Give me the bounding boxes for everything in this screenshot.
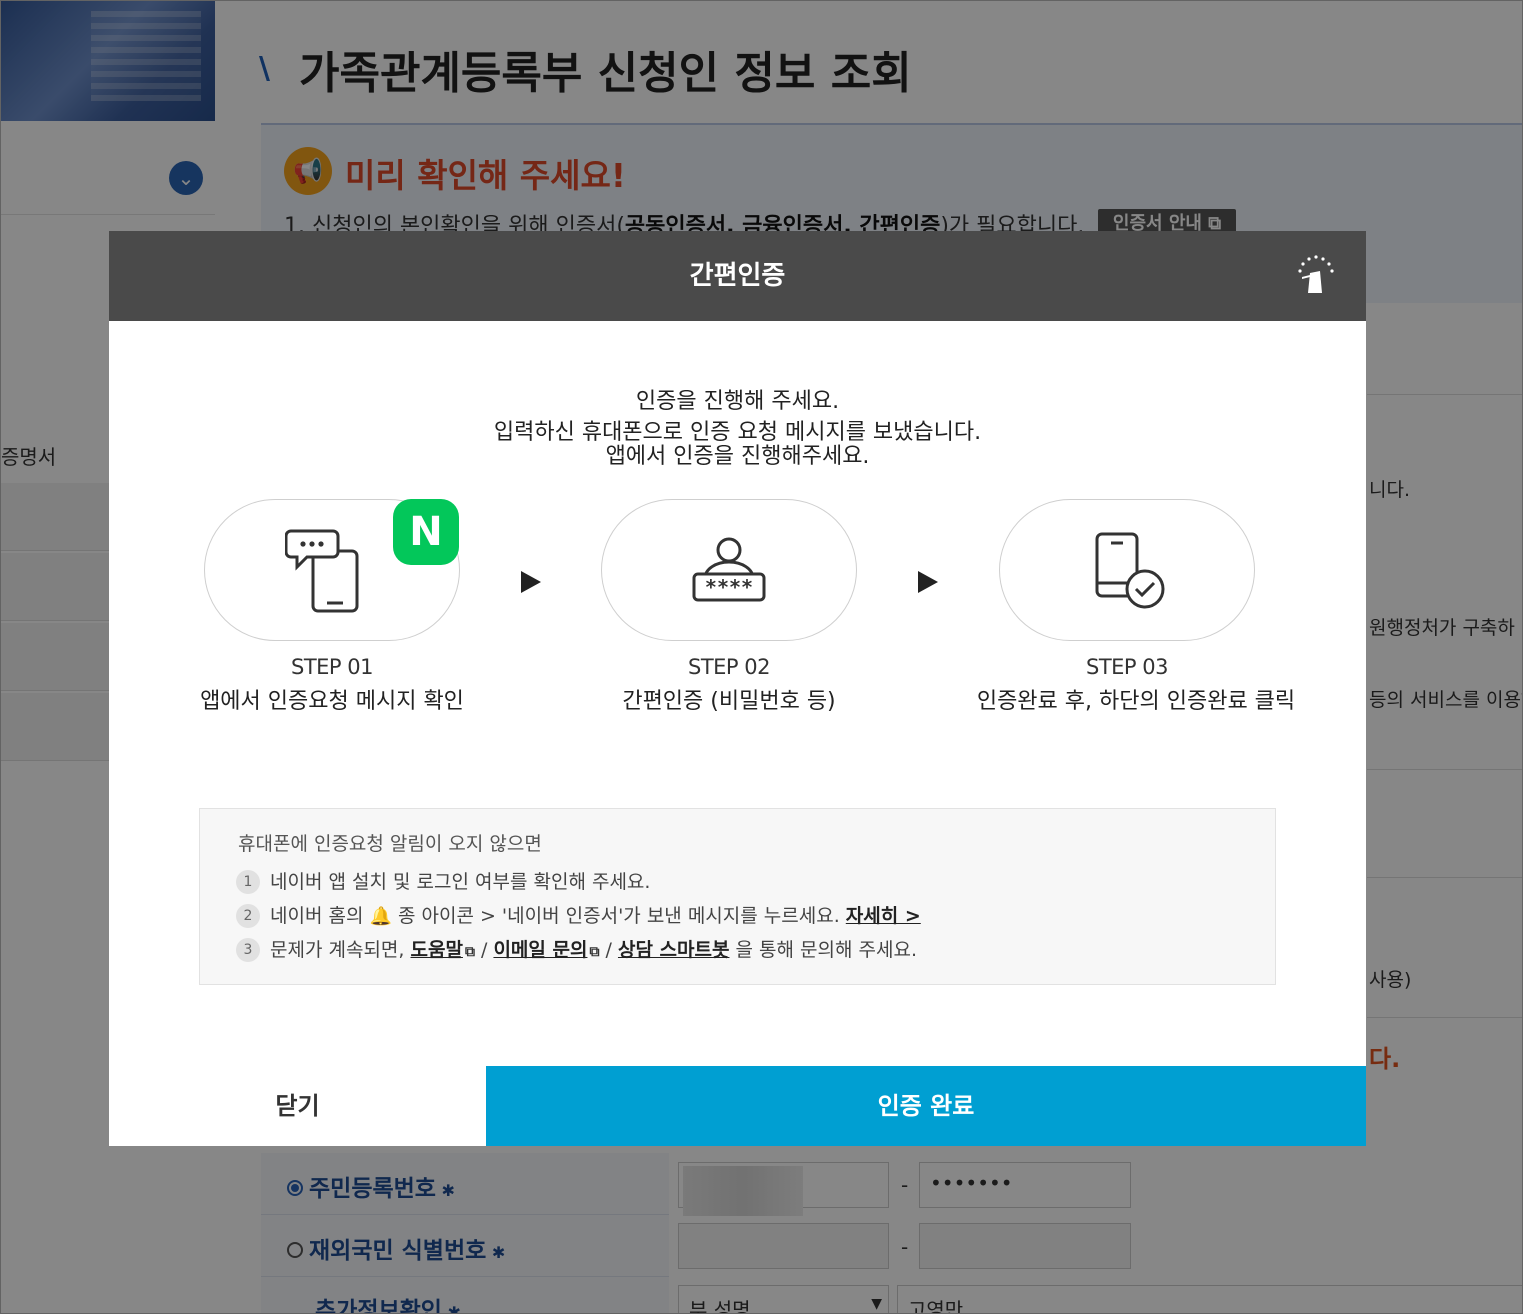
modal-header: 간편인증 (109, 231, 1366, 321)
auth-message-line: 앱에서 인증을 진행해주세요. (605, 444, 870, 469)
separator: / (605, 939, 612, 961)
step-3-description: 인증완료 후, 하단의 인증완료 클릭 (976, 689, 1296, 714)
auth-message-line: 입력하신 휴대폰으로 인증 요청 메시지를 보냈습니다. (493, 420, 982, 445)
email-inquiry-link[interactable]: 이메일 문의 (493, 939, 587, 961)
auth-message-title: 인증을 진행해 주세요. (635, 389, 840, 414)
help-link[interactable]: 도움말 (411, 939, 463, 961)
simple-auth-modal: 간편인증 인증을 진행해 주세요. 입력하신 휴대폰으로 인증 요청 메시지를 … (109, 231, 1366, 1146)
step-2-description: 간편인증 (비밀번호 등) (622, 689, 836, 714)
help-item-text: 종 아이콘 > '네이버 인증서'가 보낸 메시지를 누르세요. (397, 905, 840, 927)
naver-app-icon: N (393, 499, 459, 565)
phone-check-icon (1095, 532, 1165, 609)
help-title: 휴대폰에 인증요청 알림이 오지 않으면 (238, 833, 542, 855)
details-link[interactable]: 자세히 > (846, 905, 921, 927)
external-link-icon: ⧉ (589, 944, 600, 960)
help-item-1: 1 네이버 앱 설치 및 로그인 여부를 확인해 주세요. (236, 867, 650, 895)
auth-message-body: 입력하신 휴대폰으로 인증 요청 메시지를 보냈습니다. 앱에서 인증을 진행해… (109, 421, 1366, 469)
password-mask-text: **** (705, 575, 753, 599)
close-button[interactable]: 닫기 (109, 1066, 486, 1146)
chat-phone-icon (285, 529, 359, 613)
help-number-badge: 1 (236, 869, 260, 894)
help-box: 휴대폰에 인증요청 알림이 오지 않으면 1 네이버 앱 설치 및 로그인 여부를… (199, 808, 1276, 985)
step-2-number: STEP 02 (688, 655, 771, 679)
bell-icon: 🔔 (369, 906, 392, 927)
help-item-2: 2 네이버 홈의 🔔 종 아이콘 > '네이버 인증서'가 보낸 메시지를 누르세… (236, 901, 921, 929)
smartbot-link[interactable]: 상담 스마트봇 (618, 939, 730, 961)
help-number-badge: 3 (236, 937, 260, 962)
step-1-description: 앱에서 인증요청 메시지 확인 (200, 689, 464, 714)
court-logo-icon (1298, 255, 1334, 293)
play-arrow-icon (918, 571, 938, 593)
help-number-badge: 2 (236, 903, 260, 928)
user-password-icon: **** (692, 537, 766, 602)
help-item-text: 을 통해 문의해 주세요. (735, 939, 917, 961)
modal-title: 간편인증 (689, 261, 786, 291)
play-arrow-icon (521, 571, 541, 593)
auth-complete-button[interactable]: 인증 완료 (486, 1066, 1366, 1146)
help-item-3: 3 문제가 계속되면, 도움말 ⧉ / 이메일 문의 ⧉ / 상담 스마트봇 을 통해… (236, 935, 917, 963)
help-item-text: 네이버 앱 설치 및 로그인 여부를 확인해 주세요. (270, 871, 651, 893)
step-3-number: STEP 03 (1086, 655, 1169, 679)
separator: / (481, 939, 488, 961)
help-item-text: 문제가 계속되면, (270, 939, 405, 961)
external-link-icon: ⧉ (464, 944, 475, 960)
step-1-number: STEP 01 (291, 655, 374, 679)
help-item-text: 네이버 홈의 (270, 905, 364, 927)
